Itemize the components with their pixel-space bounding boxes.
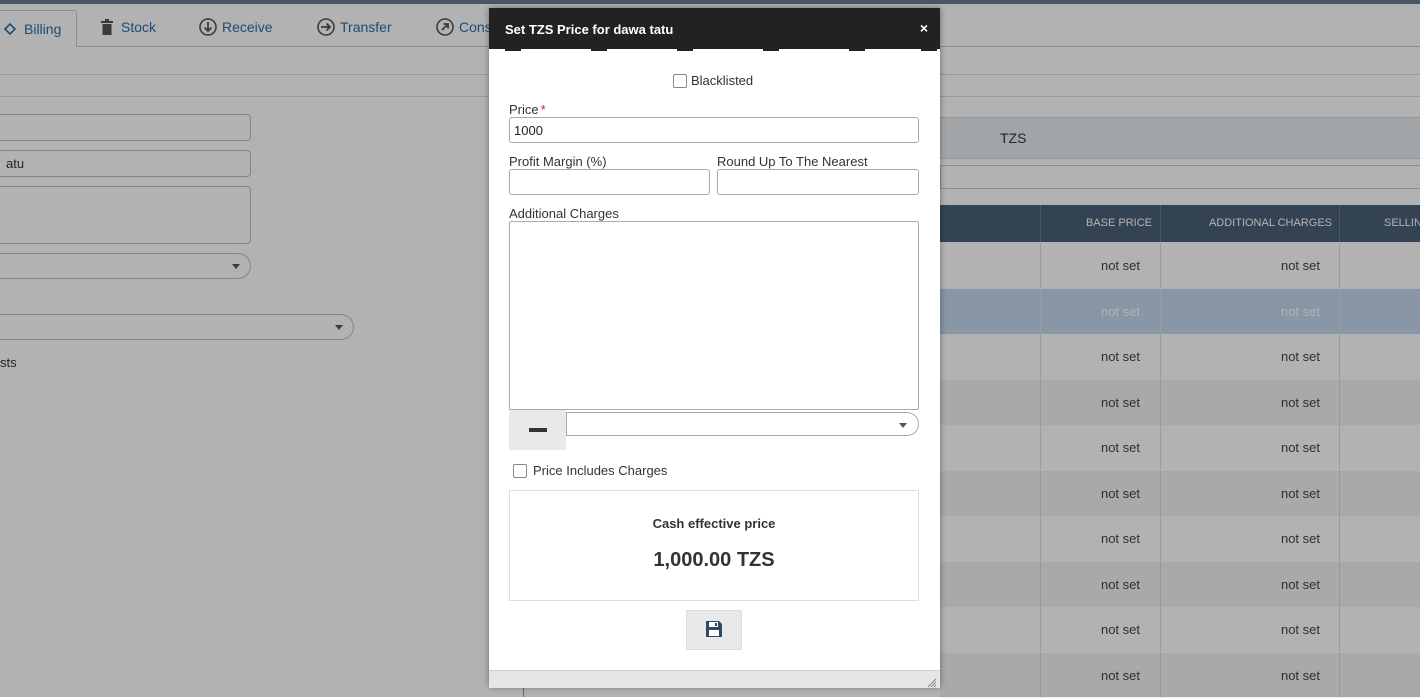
minus-icon [528, 428, 547, 432]
required-mark: * [540, 102, 546, 117]
title-edge [591, 49, 607, 51]
charge-select[interactable] [566, 412, 919, 436]
title-edge [921, 49, 937, 51]
remove-charge-button[interactable] [509, 410, 566, 450]
blacklisted-option[interactable]: Blacklisted [673, 73, 753, 88]
save-button[interactable] [686, 610, 742, 650]
price-includes-charges-checkbox[interactable] [513, 463, 527, 478]
resize-grip-icon[interactable] [927, 676, 937, 688]
profit-margin-label: Profit Margin (%) [509, 154, 607, 169]
additional-charges-list[interactable] [509, 221, 919, 410]
cash-effective-value: 1,000.00 TZS [653, 549, 775, 571]
round-up-input[interactable] [717, 169, 919, 195]
dialog-title-bar[interactable]: Set TZS Price for dawa tatu × [489, 8, 940, 49]
set-price-dialog: Set TZS Price for dawa tatu × Blackliste… [489, 8, 940, 688]
title-edge [505, 49, 521, 51]
price-includes-charges-label: Price Includes Charges [533, 463, 668, 478]
chevron-down-icon [899, 423, 907, 428]
blacklisted-checkbox[interactable] [673, 73, 687, 88]
price-label: Price * [509, 102, 546, 117]
save-icon [705, 620, 723, 641]
close-icon[interactable]: × [920, 20, 928, 36]
profit-margin-input[interactable] [509, 169, 710, 195]
cash-effective-title: Cash effective price [652, 516, 776, 531]
additional-charges-label: Additional Charges [509, 206, 619, 221]
round-up-label: Round Up To The Nearest [717, 154, 868, 169]
price-label-text: Price [509, 102, 539, 117]
title-edge [849, 49, 865, 51]
price-includes-charges-option[interactable]: Price Includes Charges [513, 463, 667, 478]
blacklisted-label: Blacklisted [691, 73, 754, 88]
title-edge [763, 49, 779, 51]
dialog-footer [489, 670, 940, 688]
dialog-title: Set TZS Price for dawa tatu [505, 22, 674, 37]
title-edge [677, 49, 693, 51]
price-input[interactable] [509, 117, 919, 143]
cash-effective-panel: Cash effective price 1,000.00 TZS [509, 490, 919, 601]
